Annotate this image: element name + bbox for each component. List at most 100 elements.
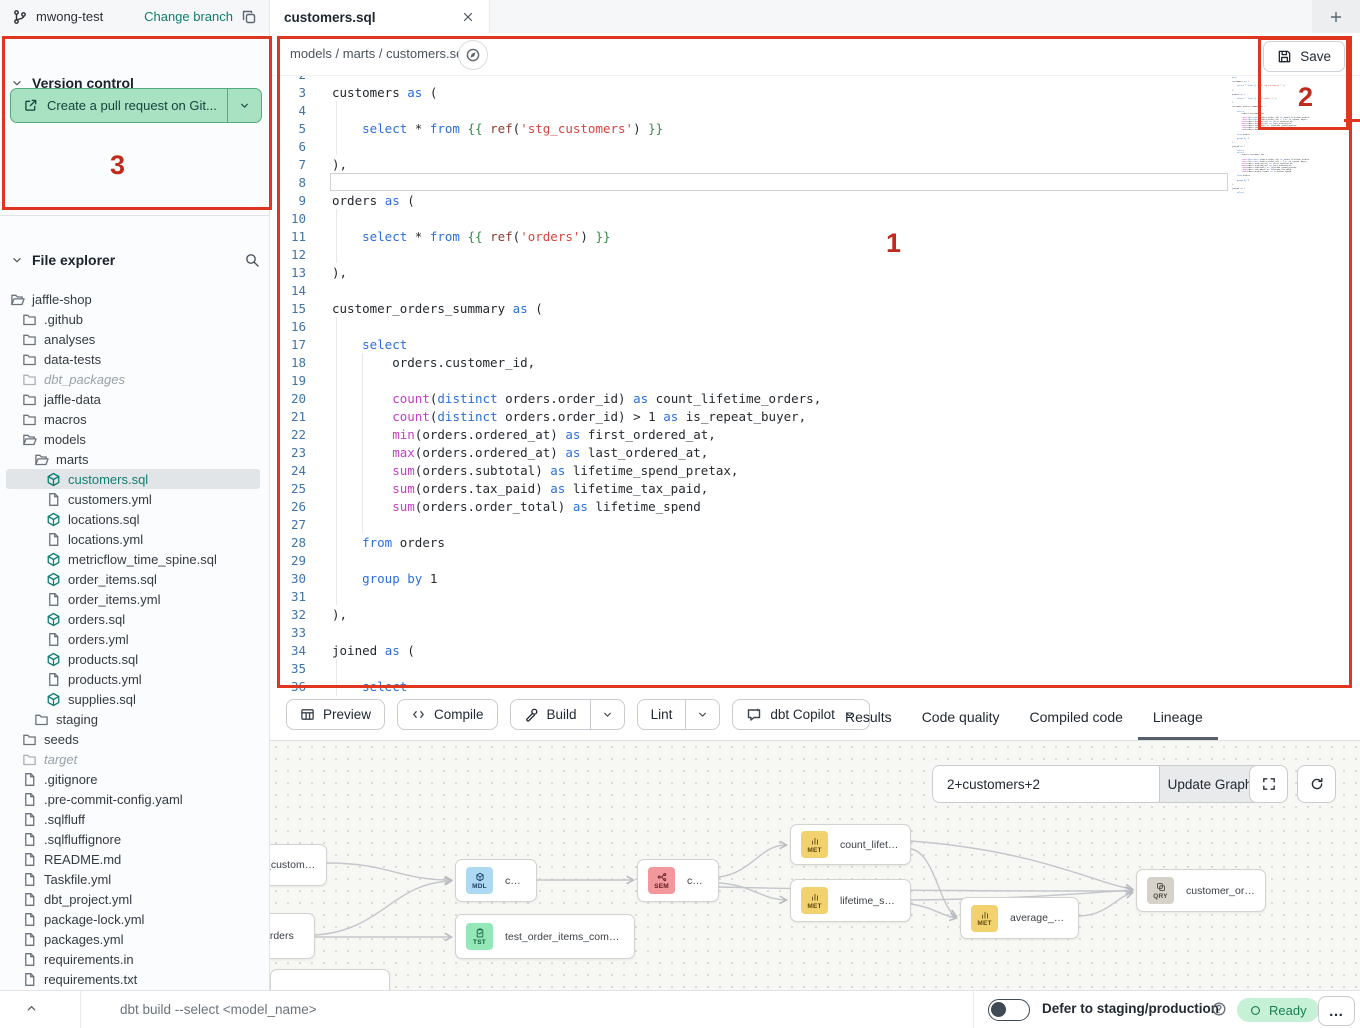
tree-item-label: .sqlfluff [44,812,85,827]
tree-item-models[interactable]: models [22,429,86,449]
code-line-36: 36 select [270,677,407,695]
tree-item-customers.sql[interactable]: customers.sql [46,469,148,489]
folder-icon [22,332,37,347]
search-icon[interactable] [244,252,260,268]
code-line-15: 15customer_orders_summary as ( [270,299,543,317]
close-icon[interactable] [461,10,475,24]
lineage-node-count_lifetime_orders[interactable]: METcount_lifetime_orders [790,824,911,865]
tree-item-packages.yml[interactable]: packages.yml [22,929,123,949]
tree-item-.pre-commit-config.yaml[interactable]: .pre-commit-config.yaml [22,789,183,809]
copy-icon[interactable] [241,9,257,25]
command-input[interactable]: dbt build --select <model_name> [120,1002,317,1017]
tree-item-.gitignore[interactable]: .gitignore [22,769,97,789]
result-tabs: ResultsCode qualityCompiled codeLineage [830,696,1218,740]
lint-button[interactable]: Lint [638,700,686,729]
tree-item-requirements.in[interactable]: requirements.in [22,949,134,969]
lineage-node-customer_order_metrics[interactable]: QRYcustomer_order_metrics [1136,869,1266,912]
lint-dropdown[interactable] [685,700,719,729]
lineage-node-customers[interactable]: MDLcustomers [455,859,537,902]
compile-button[interactable]: Compile [397,699,498,730]
tree-item-locations.yml[interactable]: locations.yml [46,529,143,549]
tree-item-customers.yml[interactable]: customers.yml [46,489,152,509]
tree-item-label: package-lock.yml [44,912,144,927]
create-pr-dropdown[interactable] [227,89,261,122]
tree-item-seeds[interactable]: seeds [22,729,79,749]
tree-item-orders.yml[interactable]: orders.yml [46,629,129,649]
lineage-node-stg_customers[interactable]: stg_customers [270,844,327,886]
code-line-14: 14 [270,281,332,299]
lineage-node-customers[interactable]: SEMcustomers [637,859,719,902]
lineage-node-partial[interactable] [270,969,390,990]
lineage-panel: stg_customersorders MDLcustomers TSTtest_o… [270,740,1360,990]
tab-lineage[interactable]: Lineage [1138,696,1218,740]
tree-item-jaffle-shop[interactable]: jaffle-shop [10,289,92,309]
tree-item-.github[interactable]: .github [22,309,83,329]
file-icon [22,772,37,787]
tree-item-staging[interactable]: staging [34,709,98,729]
node-label: customers [505,875,526,887]
fullscreen-button[interactable] [1249,765,1288,803]
tree-item-requirements.txt[interactable]: requirements.txt [22,969,137,989]
tree-item-dbt_packages[interactable]: dbt_packages [22,369,125,389]
tree-item-order_items.sql[interactable]: order_items.sql [46,569,157,589]
update-graph-button[interactable]: Update Graph [1159,766,1260,802]
tree-item-supplies.sql[interactable]: supplies.sql [46,689,136,709]
tree-item-package-lock.yml[interactable]: package-lock.yml [22,909,144,929]
preview-button[interactable]: Preview [286,699,385,730]
file-icon [22,892,37,907]
tree-item-analyses[interactable]: analyses [22,329,95,349]
tree-item-metricflow_time_spine.sql[interactable]: metricflow_time_spine.sql [46,549,217,569]
node-label: count_lifetime_orders [840,839,900,851]
code-line-34: 34joined as ( [270,641,415,659]
tree-item-Taskfile.yml[interactable]: Taskfile.yml [22,869,111,889]
tab-results[interactable]: Results [830,696,907,740]
editor-minimap[interactable]: with customers as ( select * from {{ ref… [1232,77,1310,194]
change-branch-link[interactable]: Change branch [144,9,233,24]
tree-item-macros[interactable]: macros [22,409,87,429]
tree-item-.sqlfluffignore[interactable]: .sqlfluffignore [22,829,121,849]
compass-button[interactable] [458,40,488,70]
tree-item-jaffle-data[interactable]: jaffle-data [22,389,101,409]
refresh-icon [1309,776,1325,792]
tab-compiled-code[interactable]: Compiled code [1015,696,1138,740]
save-button[interactable]: Save [1263,41,1345,72]
tree-item-README.md[interactable]: README.md [22,849,121,869]
tree-item-products.sql[interactable]: products.sql [46,649,138,669]
refresh-button[interactable] [1297,765,1336,803]
file-explorer-header[interactable]: File explorer [10,252,260,268]
tree-item-data-tests[interactable]: data-tests [22,349,101,369]
code-line-9: 9orders as ( [270,191,415,209]
tab-code-quality[interactable]: Code quality [907,696,1015,740]
tree-item-.sqlfluff[interactable]: .sqlfluff [22,809,85,829]
lineage-node-average_order_value[interactable]: METaverage_order_value [960,897,1079,939]
create-pr-button[interactable]: Create a pull request on Git... [10,88,262,123]
tree-item-orders.sql[interactable]: orders.sql [46,609,125,629]
defer-toggle[interactable] [988,999,1030,1021]
tree-item-label: README.md [44,852,121,867]
lineage-node-lifetime_spend_pretax[interactable]: METlifetime_spend_pretax [790,879,911,922]
tree-item-target[interactable]: target [22,749,77,769]
table-icon [300,707,315,722]
tree-item-locations.sql[interactable]: locations.sql [46,509,140,529]
chevron-up-icon[interactable] [24,1001,39,1016]
lineage-node-orders[interactable]: orders [270,913,315,959]
build-button[interactable]: Build [511,700,590,729]
graph-selector-input[interactable] [933,766,1159,802]
tree-item-marts[interactable]: marts [34,449,89,469]
tree-item-order_items.yml[interactable]: order_items.yml [46,589,160,609]
tree-item-products.yml[interactable]: products.yml [46,669,142,689]
lineage-node-test_order_items_compute_to_bools...[interactable]: TSTtest_order_items_compute_to_bools... [455,914,635,959]
save-icon [1277,49,1292,64]
code-line-30: 30 group by 1 [270,569,437,587]
more-options-button[interactable]: … [1318,996,1355,1026]
folder-icon [22,412,37,427]
help-icon[interactable] [1211,1001,1227,1017]
code-line-8: 8 [270,173,332,191]
external-link-icon [23,98,38,113]
tree-item-dbt_project.yml[interactable]: dbt_project.yml [22,889,132,909]
fullscreen-icon [1261,776,1277,792]
new-tab-button[interactable] [1312,0,1360,33]
code-editor[interactable]: with customers as ( select * from {{ ref… [270,76,1360,696]
build-dropdown[interactable] [590,700,624,729]
tab-customers-sql[interactable]: customers.sql [270,0,490,34]
